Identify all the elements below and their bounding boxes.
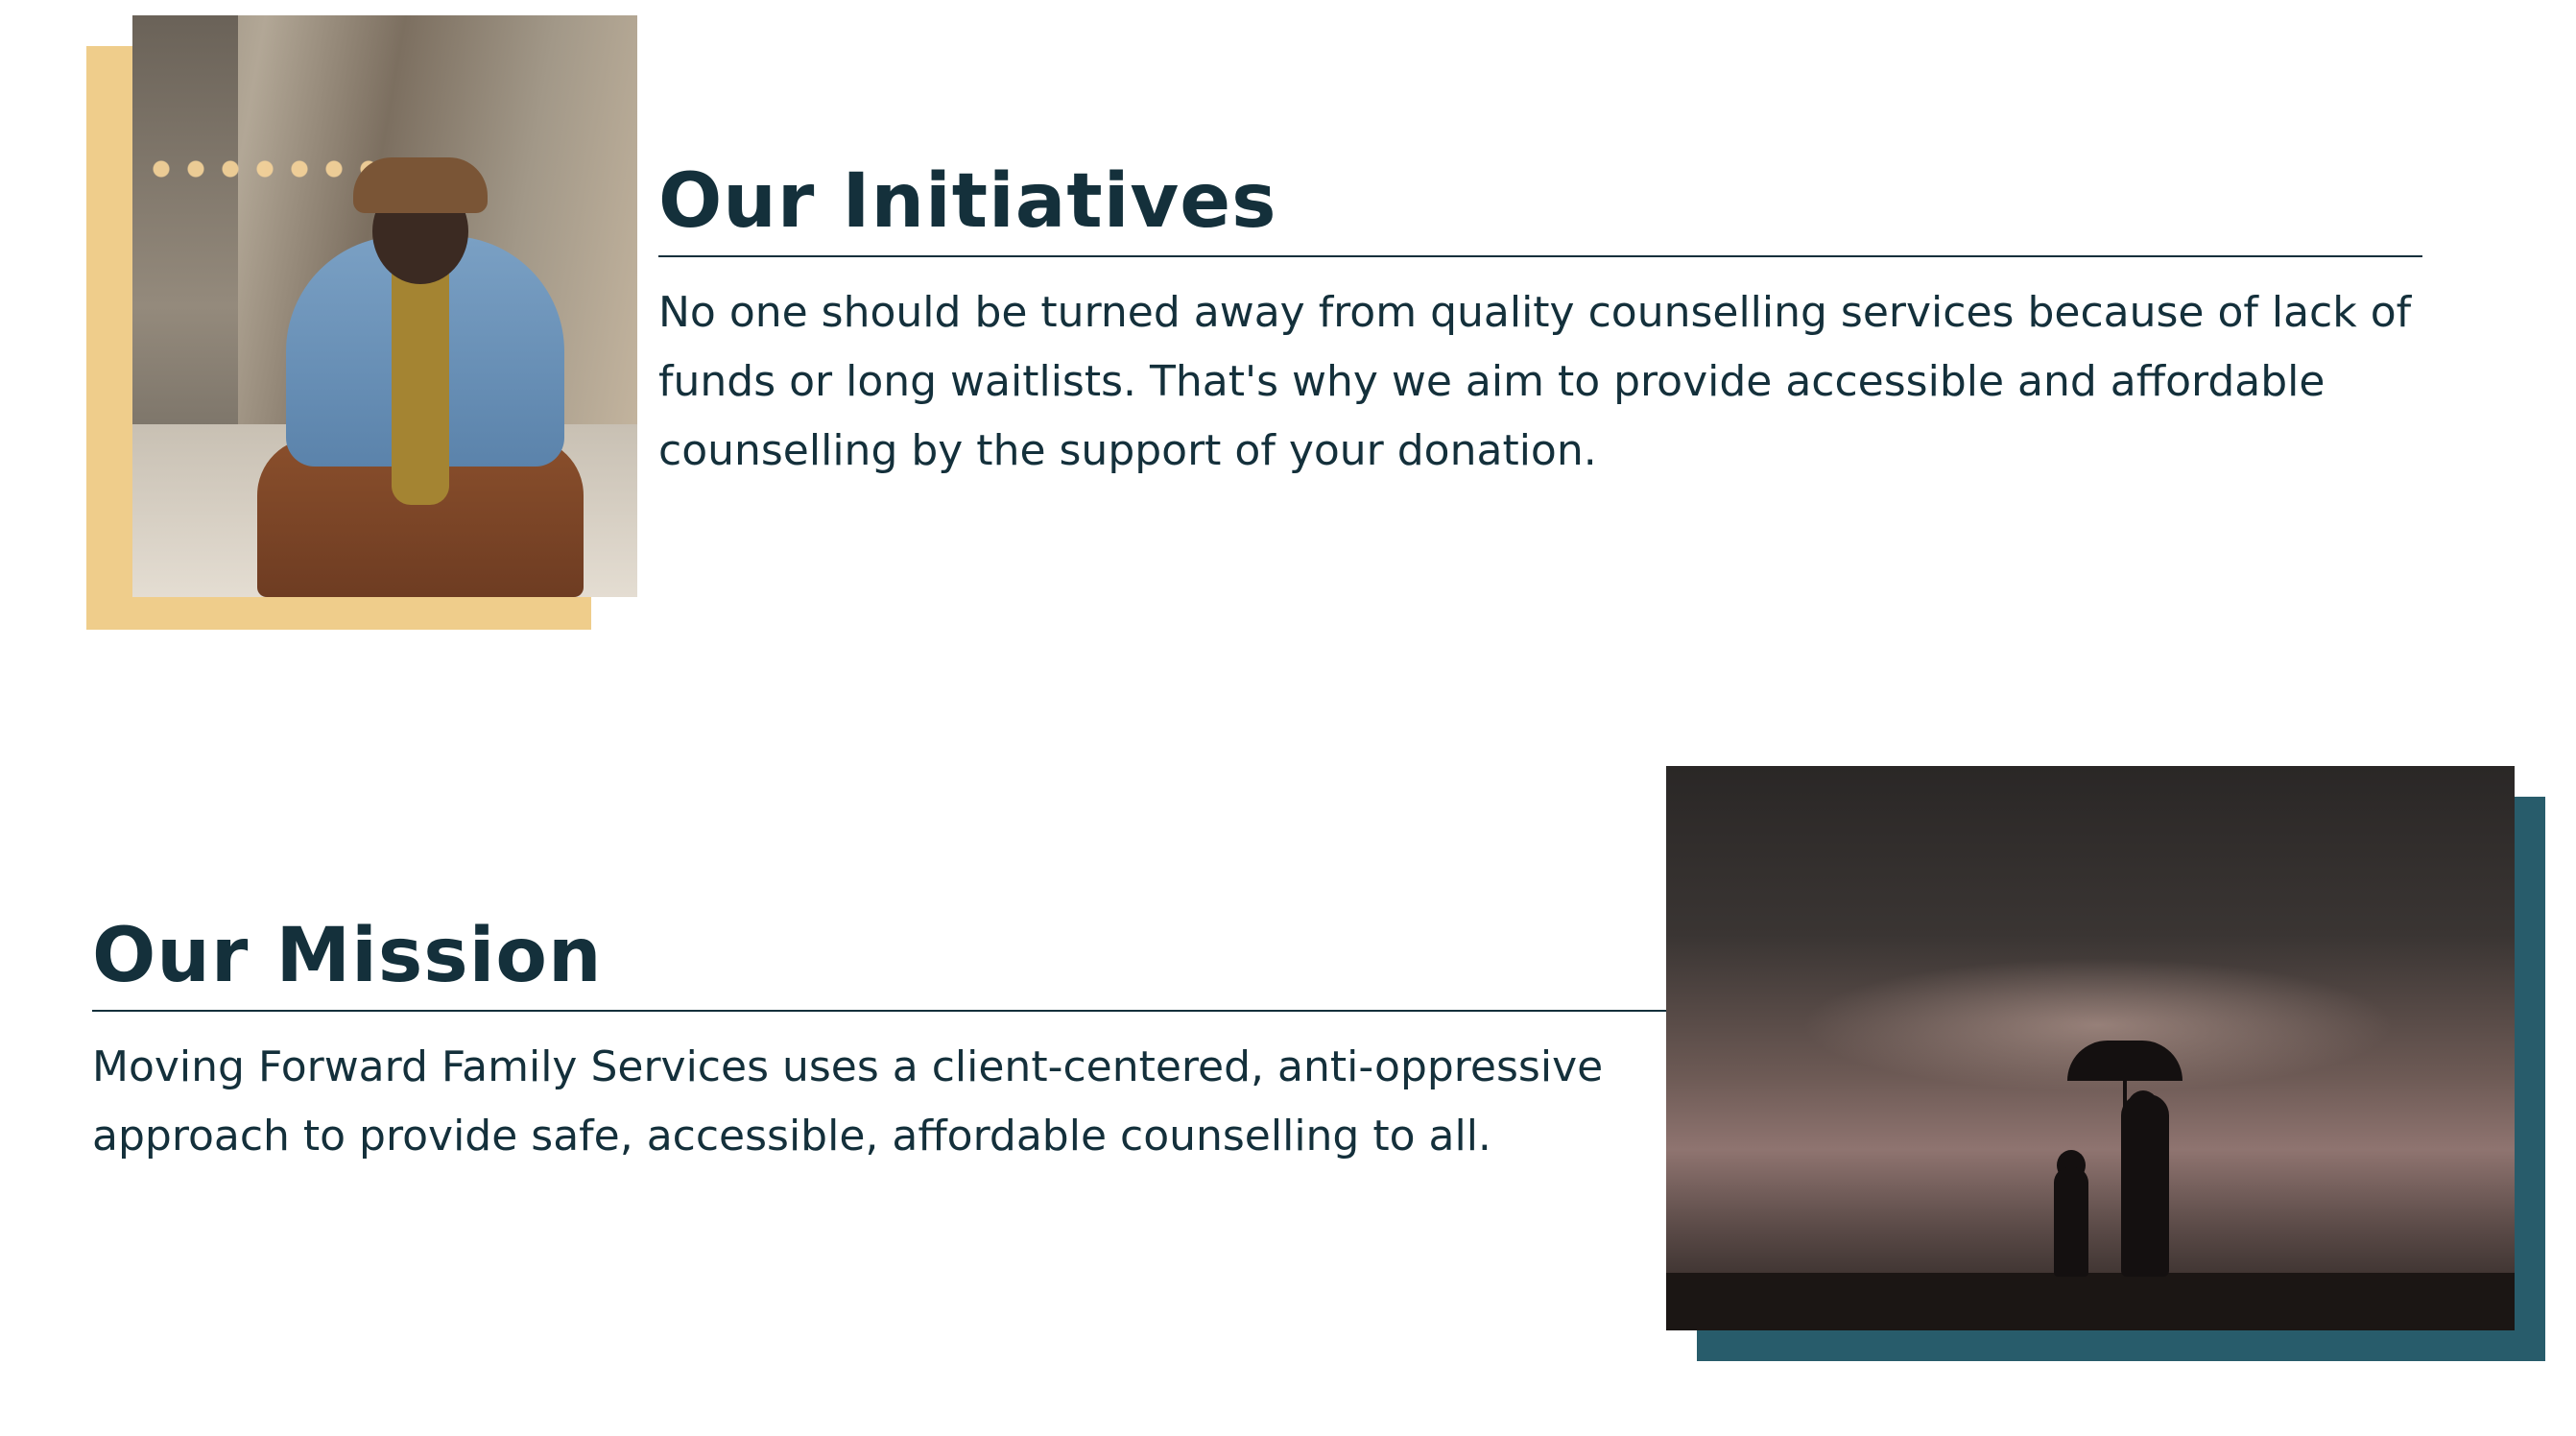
mission-title: Our Mission: [92, 908, 1666, 1012]
mission-section: Our Mission Moving Forward Family Servic…: [92, 908, 1666, 1171]
initiatives-title: Our Initiatives: [658, 154, 2422, 257]
initiatives-photo: [132, 15, 637, 597]
initiatives-section: Our Initiatives No one should be turned …: [658, 154, 2422, 486]
mission-photo: [1666, 766, 2515, 1330]
initiatives-body: No one should be turned away from qualit…: [658, 288, 2412, 475]
mission-body: Moving Forward Family Services uses a cl…: [92, 1042, 1604, 1161]
